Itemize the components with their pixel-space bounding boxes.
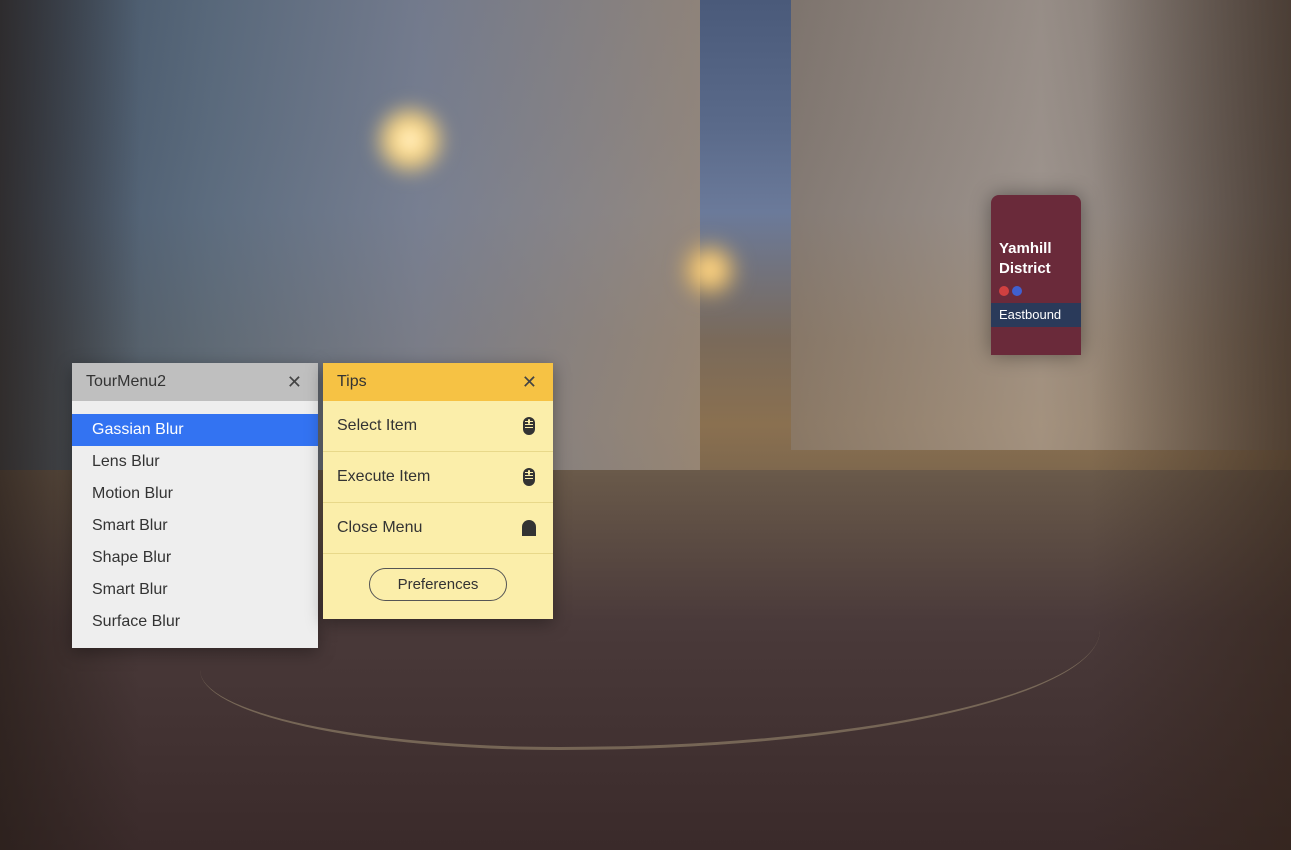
menu-item-motion-blur[interactable]: Motion Blur [72, 478, 318, 510]
tour-menu-panel: TourMenu2 ✕ Gassian Blur Lens Blur Motio… [72, 363, 318, 648]
menu-item-label: Shape Blur [92, 549, 171, 566]
tips-footer: Preferences [323, 554, 553, 619]
close-icon[interactable]: ✕ [283, 373, 306, 391]
tips-title: Tips [337, 373, 367, 391]
tip-item-execute: Execute Item [323, 452, 553, 503]
menu-item-label: Lens Blur [92, 453, 160, 470]
tour-menu-header[interactable]: TourMenu2 ✕ [72, 363, 318, 401]
menu-item-shape-blur[interactable]: Shape Blur [72, 542, 318, 574]
tip-label: Select Item [337, 417, 417, 435]
tour-menu-body: Gassian Blur Lens Blur Motion Blur Smart… [72, 401, 318, 648]
tip-label: Execute Item [337, 468, 430, 486]
mouse-scroll-icon [521, 415, 537, 437]
tip-label: Close Menu [337, 519, 422, 537]
preferences-button[interactable]: Preferences [369, 568, 508, 601]
menu-item-lens-blur[interactable]: Lens Blur [72, 446, 318, 478]
menu-item-gassian-blur[interactable]: Gassian Blur [72, 414, 318, 446]
close-icon[interactable]: ✕ [518, 373, 541, 391]
arch-icon [521, 517, 537, 539]
menu-item-label: Motion Blur [92, 485, 173, 502]
tips-header[interactable]: Tips ✕ [323, 363, 553, 401]
preferences-label: Preferences [398, 576, 479, 593]
menu-item-label: Smart Blur [92, 517, 168, 534]
menu-item-smart-blur-2[interactable]: Smart Blur [72, 574, 318, 606]
menu-item-label: Gassian Blur [92, 421, 184, 438]
menu-item-label: Smart Blur [92, 581, 168, 598]
sign-line-1: Yamhill [999, 240, 1052, 257]
tip-item-close: Close Menu [323, 503, 553, 554]
sign-direction: Eastbound [991, 303, 1081, 327]
menu-item-smart-blur[interactable]: Smart Blur [72, 510, 318, 542]
menu-item-label: Surface Blur [92, 613, 180, 630]
tour-menu-title: TourMenu2 [86, 373, 166, 391]
tip-item-select: Select Item [323, 401, 553, 452]
sign-line-2: District [999, 260, 1051, 277]
menu-item-surface-blur[interactable]: Surface Blur [72, 606, 318, 638]
transit-sign: Yamhill District Eastbound [991, 195, 1081, 355]
tips-panel: Tips ✕ Select Item Execute Item Close Me… [323, 363, 553, 619]
tips-body: Select Item Execute Item Close Menu Pref… [323, 401, 553, 619]
mouse-click-icon [521, 466, 537, 488]
